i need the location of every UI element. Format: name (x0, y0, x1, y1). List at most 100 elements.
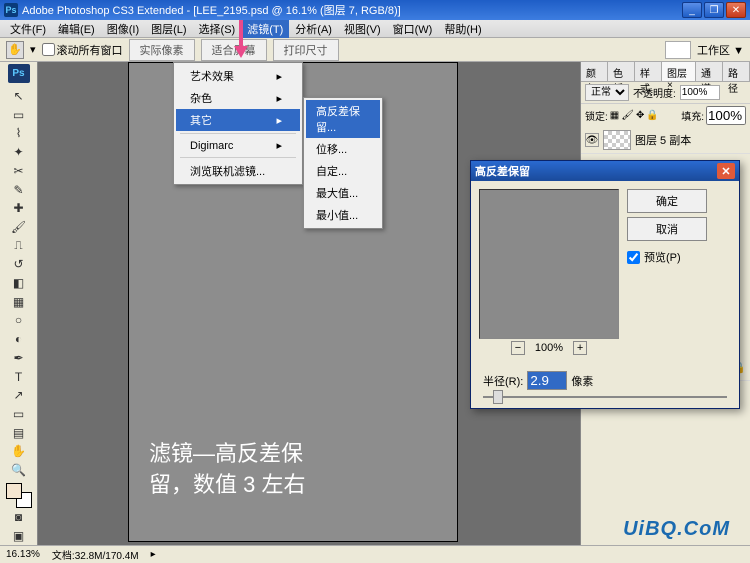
menu-item-custom[interactable]: 自定... (306, 160, 380, 182)
type-tool[interactable]: T (8, 367, 30, 386)
wand-tool[interactable]: ✦ (8, 143, 30, 162)
shape-tool[interactable]: ▭ (8, 405, 30, 424)
menu-item-artistic[interactable]: 艺术效果▸ (176, 65, 300, 87)
menu-analysis[interactable]: 分析(A) (289, 20, 338, 38)
lasso-tool[interactable]: ⌇ (8, 124, 30, 143)
stamp-tool[interactable]: ⎍ (8, 236, 30, 255)
lock-row: 锁定: ▦ 🖌 ✥ 🔒 填充: (581, 103, 750, 127)
ok-button[interactable]: 确定 (627, 189, 707, 213)
menu-edit[interactable]: 编辑(E) (52, 20, 101, 38)
color-swatch[interactable] (6, 483, 32, 507)
crop-tool[interactable]: ✂ (8, 162, 30, 181)
layer-name: 图层 5 副本 (635, 132, 691, 148)
marquee-tool[interactable]: ▭ (8, 105, 30, 124)
doc-size: 文档:32.8M/170.4M (52, 547, 139, 562)
blend-mode-select[interactable]: 正常 (585, 84, 629, 101)
menu-item-minimum[interactable]: 最小值... (306, 204, 380, 226)
options-bar: ✋ ▾ 滚动所有窗口 实际像素 适合屏幕 打印尺寸 工作区 ▼ (0, 38, 750, 62)
filter-dropdown: 艺术效果▸ 杂色▸ 其它▸ Digimarc▸ 浏览联机滤镜... (173, 62, 303, 185)
panel-tabs: 颜色 色板 样式 图层 × 通道 路径 (581, 62, 750, 82)
fit-screen-button[interactable]: 适合屏幕 (201, 39, 267, 61)
radius-slider[interactable] (471, 396, 739, 408)
print-size-button[interactable]: 打印尺寸 (273, 39, 339, 61)
workspace-icon[interactable] (665, 41, 691, 59)
gradient-tool[interactable]: ▦ (8, 292, 30, 311)
maximize-button[interactable]: ❐ (704, 2, 724, 18)
eyedropper-tool[interactable]: ✎ (8, 180, 30, 199)
layer-row[interactable]: 👁 图层 5 副本 (581, 127, 750, 154)
tab-swatches[interactable]: 色板 (608, 62, 635, 81)
dialog-close-button[interactable]: ✕ (717, 163, 735, 179)
ps-icon[interactable]: Ps (8, 64, 30, 83)
hand-tool[interactable]: ✋ (8, 442, 30, 461)
menu-item-digimarc[interactable]: Digimarc▸ (176, 136, 300, 155)
menu-item-offset[interactable]: 位移... (306, 138, 380, 160)
zoom-percent[interactable]: 16.13% (6, 549, 40, 560)
quickmask-tool[interactable]: ◙ (8, 508, 30, 527)
menu-help[interactable]: 帮助(H) (438, 20, 487, 38)
zoom-tool[interactable]: 🔍 (8, 461, 30, 480)
layer-thumbnail[interactable] (603, 130, 631, 150)
menu-item-browse-filters[interactable]: 浏览联机滤镜... (176, 160, 300, 182)
fill-input[interactable] (706, 106, 746, 125)
lock-transparency-icon[interactable]: ▦ (610, 110, 619, 121)
eraser-tool[interactable]: ◧ (8, 274, 30, 293)
menu-view[interactable]: 视图(V) (338, 20, 387, 38)
lock-position-icon[interactable]: ✥ (636, 110, 644, 121)
status-bar: 16.13% 文档:32.8M/170.4M ▸ (0, 545, 750, 563)
notes-tool[interactable]: ▤ (8, 423, 30, 442)
scroll-all-checkbox[interactable]: 滚动所有窗口 (42, 42, 123, 58)
lock-all-icon[interactable]: 🔒 (646, 110, 658, 121)
dropdown-icon[interactable]: ▾ (30, 43, 36, 56)
menu-item-other[interactable]: 其它▸ (176, 109, 300, 131)
history-brush-tool[interactable]: ↺ (8, 255, 30, 274)
screenmode-tool[interactable]: ▣ (8, 526, 30, 545)
zoom-controls: − 100% + (479, 339, 619, 357)
tab-color[interactable]: 颜色 (581, 62, 608, 81)
blur-tool[interactable]: ○ (8, 311, 30, 330)
preview-checkbox[interactable]: 预览(P) (627, 249, 707, 265)
tab-styles[interactable]: 样式 (635, 62, 662, 81)
menu-image[interactable]: 图像(I) (101, 20, 145, 38)
arrow-icon: ▸ (276, 114, 282, 127)
close-button[interactable]: ✕ (726, 2, 746, 18)
foreground-color[interactable] (6, 483, 22, 499)
zoom-in-button[interactable]: + (573, 341, 587, 355)
menu-select[interactable]: 选择(S) (193, 20, 242, 38)
menu-filter[interactable]: 滤镜(T) (241, 20, 289, 38)
menu-window[interactable]: 窗口(W) (387, 20, 439, 38)
healing-tool[interactable]: ✚ (8, 199, 30, 218)
visibility-icon[interactable]: 👁 (585, 133, 599, 147)
menu-item-highpass[interactable]: 高反差保留... (306, 100, 380, 138)
window-title: Adobe Photoshop CS3 Extended - [LEE_2195… (22, 2, 682, 18)
actual-pixels-button[interactable]: 实际像素 (129, 39, 195, 61)
dialog-titlebar[interactable]: 高反差保留 ✕ (471, 161, 739, 181)
slider-thumb[interactable] (493, 390, 503, 404)
menu-item-noise[interactable]: 杂色▸ (176, 87, 300, 109)
dodge-tool[interactable]: ◐ (8, 330, 30, 349)
tab-paths[interactable]: 路径 (723, 62, 750, 81)
zoom-out-button[interactable]: − (511, 341, 525, 355)
workspace-dropdown[interactable]: 工作区 ▼ (697, 42, 744, 58)
opacity-input[interactable] (680, 85, 720, 100)
brush-tool[interactable]: 🖌 (8, 218, 30, 237)
cancel-button[interactable]: 取消 (627, 217, 707, 241)
minimize-button[interactable]: _ (682, 2, 702, 18)
arrow-icon: ▸ (276, 92, 282, 105)
move-tool[interactable]: ↖ (8, 87, 30, 106)
title-bar: Ps Adobe Photoshop CS3 Extended - [LEE_2… (0, 0, 750, 20)
lock-image-icon[interactable]: 🖌 (621, 110, 634, 121)
menu-file[interactable]: 文件(F) (4, 20, 52, 38)
tab-layers[interactable]: 图层 × (662, 62, 696, 81)
toolbox: Ps ↖ ▭ ⌇ ✦ ✂ ✎ ✚ 🖌 ⎍ ↺ ◧ ▦ ○ ◐ ✒ T ↗ ▭ ▤… (0, 62, 38, 545)
filter-preview[interactable] (479, 189, 619, 339)
hand-tool-icon[interactable]: ✋ (6, 41, 24, 59)
lock-label: 锁定: (585, 108, 608, 123)
pen-tool[interactable]: ✒ (8, 349, 30, 368)
chevron-right-icon[interactable]: ▸ (151, 549, 156, 560)
radius-input[interactable] (527, 371, 567, 390)
menu-layer[interactable]: 图层(L) (145, 20, 192, 38)
tab-channels[interactable]: 通道 (696, 62, 723, 81)
menu-item-maximum[interactable]: 最大值... (306, 182, 380, 204)
path-tool[interactable]: ↗ (8, 386, 30, 405)
